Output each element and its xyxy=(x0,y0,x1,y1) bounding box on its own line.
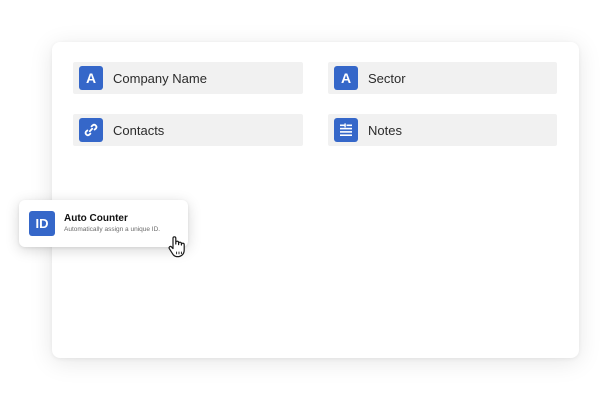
field-label: Company Name xyxy=(113,70,207,86)
field-contacts[interactable]: Contacts xyxy=(73,114,303,146)
field-label: Sector xyxy=(368,70,406,86)
field-label: Notes xyxy=(368,122,402,138)
letter-a-icon: A xyxy=(334,66,358,90)
form-builder-illustration: A Company Name A Sector Contacts Notes I… xyxy=(0,0,600,400)
long-text-icon xyxy=(334,118,358,142)
field-card-description: Automatically assign a unique ID. xyxy=(64,226,161,233)
field-company-name[interactable]: A Company Name xyxy=(73,62,303,94)
link-icon xyxy=(79,118,103,142)
id-icon: ID xyxy=(29,211,55,236)
auto-counter-field-card[interactable]: ID Auto Counter Automatically assign a u… xyxy=(19,200,188,247)
field-card-text: Auto Counter Automatically assign a uniq… xyxy=(64,213,160,234)
field-label: Contacts xyxy=(113,122,165,138)
letter-a-icon: A xyxy=(79,66,103,90)
field-card-title: Auto Counter xyxy=(64,213,128,224)
field-notes[interactable]: Notes xyxy=(328,114,557,146)
field-sector[interactable]: A Sector xyxy=(328,62,557,94)
grab-hand-cursor-icon xyxy=(168,236,185,258)
